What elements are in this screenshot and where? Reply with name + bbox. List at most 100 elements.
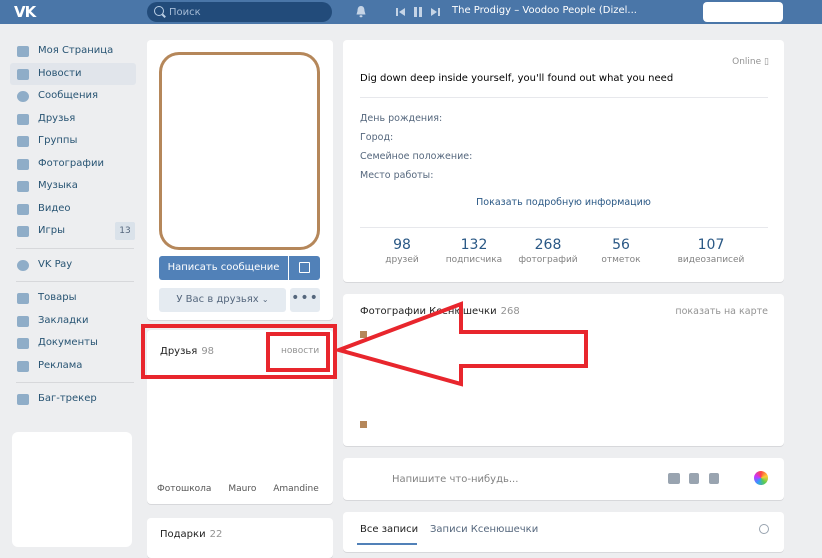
sidebar-item-label: Товары [38,292,77,303]
active-tab-indicator [357,543,417,545]
counter-friends[interactable]: 98 друзей [367,237,437,265]
top-bar: VK The Prodigy – Voodoo People (Dizel... [0,0,822,24]
sidebar-item-my-page[interactable]: Моя Страница [10,40,136,63]
new-post-input[interactable] [392,471,592,487]
games-badge: 13 [115,222,135,240]
user-menu-avatar[interactable] [703,2,783,22]
sidebar-item-friends[interactable]: Друзья [10,108,136,131]
friend-name[interactable]: Amandine [273,484,319,494]
counter-label: друзей [385,255,419,265]
counter-number: 268 [534,237,562,253]
sidebar-item-bookmarks[interactable]: Закладки [10,310,136,333]
left-sidebar: Моя Страница Новости Сообщения Друзья Гр… [10,40,136,411]
chevron-down-icon: ⌄ [261,295,269,304]
sidebar-item-messages[interactable]: Сообщения [10,85,136,108]
document-icon [17,338,29,349]
counter-followers[interactable]: 132 подписчика [439,237,509,265]
camera-icon[interactable] [668,473,680,484]
color-palette-icon[interactable] [754,471,768,485]
counter-number: 98 [393,237,411,253]
friend-name[interactable]: Фотошкола [157,484,211,494]
sidebar-item-label: Музыка [38,180,78,191]
vk-logo[interactable]: VK [14,3,44,21]
track-title[interactable]: The Prodigy – Voodoo People (Dizel... [452,5,637,16]
bug-icon [17,394,29,405]
sidebar-item-label: Друзья [38,112,76,124]
online-label: Online [732,57,762,67]
counter-videos[interactable]: 107 видеозаписей [676,237,746,265]
show-on-map-link[interactable]: показать на карте [675,306,768,317]
search-input[interactable] [169,5,319,19]
sidebar-item-video[interactable]: Видео [10,198,136,221]
friend-name[interactable]: Mauro [228,484,256,494]
counter-label: отметок [601,255,641,265]
sidebar-item-groups[interactable]: Группы [10,130,136,153]
sidebar-item-label: Баг-трекер [38,393,97,404]
new-post-card [343,458,784,500]
counter-number: 132 [460,237,488,253]
show-details-link[interactable]: Показать подробную информацию [343,197,784,208]
cart-icon [17,293,29,304]
avatar-redacted-area [164,57,315,245]
sidebar-item-goods[interactable]: Товары [10,287,136,310]
sidebar-item-documents[interactable]: Документы [10,332,136,355]
sidebar-divider [16,247,134,249]
sidebar-item-label: Закладки [38,314,89,326]
sidebar-item-label: Моя Страница [38,45,114,56]
gifts-block-title[interactable]: Подарки 22 [160,529,222,540]
photo-thumbnail[interactable] [360,421,367,428]
sidebar-item-label: Видео [38,202,71,214]
search-icon [154,6,164,16]
sidebar-divider [16,382,134,383]
search-box[interactable] [147,2,332,22]
info-row-birthday: День рождения: [360,113,443,124]
profile-photo-card: Написать сообщение У Вас в друзьях ⌄ ••• [147,40,333,320]
sidebar-item-bugtracker[interactable]: Баг-трекер [10,388,136,411]
search-icon[interactable] [759,524,769,534]
in-friends-button[interactable]: У Вас в друзьях ⌄ [159,288,286,312]
counter-photos[interactable]: 268 фотографий [513,237,583,265]
sidebar-item-ads[interactable]: Реклама [10,355,136,378]
prev-track-icon[interactable] [396,5,406,19]
send-message-button[interactable]: Написать сообщение [159,256,288,280]
groups-icon [17,136,29,147]
camera-icon [17,158,29,170]
tab-all-posts[interactable]: Все записи [360,524,418,535]
megaphone-icon [17,360,29,372]
tab-own-posts[interactable]: Записи Ксенюшечки [430,524,538,535]
counter-label: фотографий [518,255,578,265]
mobile-icon: ▯ [764,57,769,67]
send-gift-button[interactable] [289,256,320,280]
gifts-title-label: Подарки [160,529,206,540]
video-icon[interactable] [689,473,699,484]
sidebar-item-label: Новости [38,67,82,79]
profile-status[interactable]: Dig down deep inside yourself, you'll fo… [360,73,673,84]
bell-icon[interactable] [355,5,367,18]
sidebar-item-photos[interactable]: Фотографии [10,153,136,176]
sidebar-item-games[interactable]: Игры 13 [10,220,136,243]
sidebar-item-label: Документы [38,337,98,348]
sidebar-item-label: Фотографии [38,157,104,169]
profile-info-card: Online ▯ Dig down deep inside yourself, … [343,40,784,282]
sidebar-item-label: Реклама [38,359,83,371]
vkpay-icon [17,259,29,271]
sidebar-item-news[interactable]: Новости [10,62,136,85]
profile-avatar[interactable] [159,52,320,250]
sidebar-item-vkpay[interactable]: VK Pay [10,254,136,277]
music-icon[interactable] [709,473,719,484]
more-actions-button[interactable]: ••• [290,288,320,312]
friend-names-row: Фотошкола Mauro Amandine [157,484,327,495]
info-row-city: Город: [360,132,394,143]
sidebar-item-label: Сообщения [38,90,99,101]
sidebar-item-label: Группы [38,135,78,146]
next-track-icon[interactable] [430,5,440,19]
counter-number: 56 [612,237,630,253]
divider [360,97,768,98]
redacted-sidebar-block [12,432,132,547]
friends-icon [17,113,29,125]
counter-label: подписчика [445,255,503,265]
sidebar-item-music[interactable]: Музыка [10,175,136,198]
counter-tags[interactable]: 56 отметок [586,237,656,265]
messages-icon [17,91,29,102]
pause-icon[interactable] [413,5,423,19]
